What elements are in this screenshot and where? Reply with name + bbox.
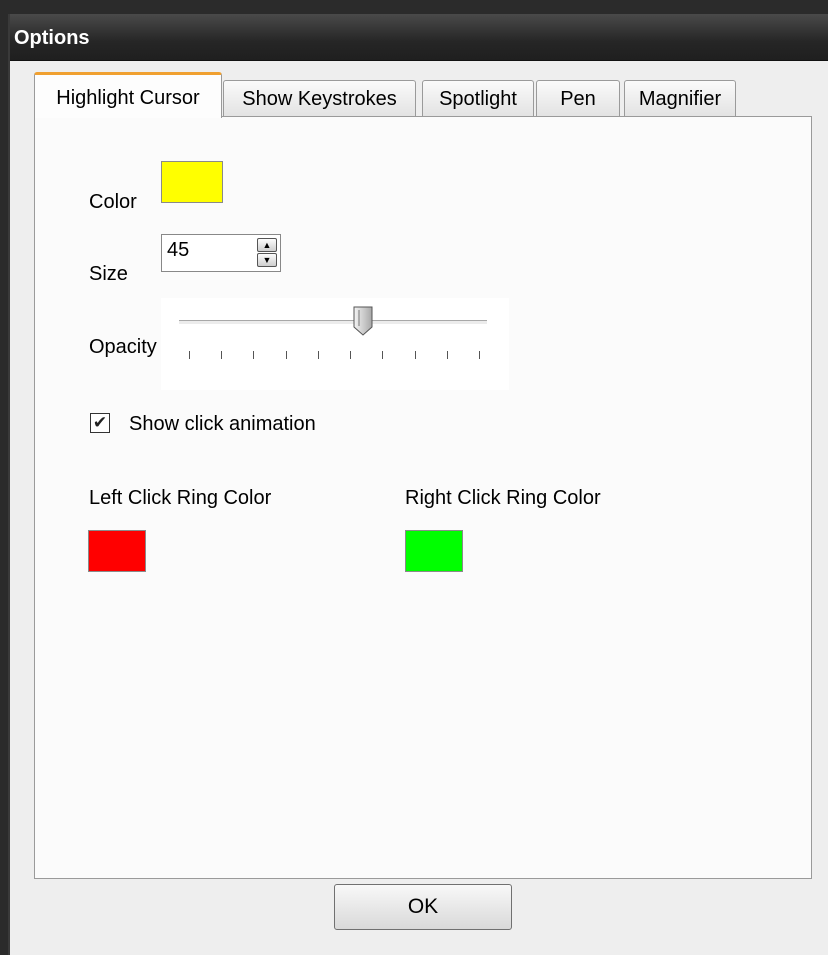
slider-thumb[interactable] <box>353 306 373 336</box>
slider-tick <box>382 351 384 359</box>
slider-tick <box>350 351 352 359</box>
opacity-label: Opacity <box>89 336 157 358</box>
tab-pen[interactable]: Pen <box>536 80 620 116</box>
spin-up-icon[interactable]: ▲ <box>257 238 277 252</box>
slider-track <box>179 320 487 325</box>
ok-button[interactable]: OK <box>334 884 512 930</box>
options-window: Options Highlight Cursor Show Keystrokes… <box>8 14 828 955</box>
slider-tick <box>317 351 319 359</box>
highlight-cursor-panel: Color Size 45 ▲ ▼ Opacity ✔ Show click a… <box>34 116 812 879</box>
size-stepper[interactable]: 45 ▲ ▼ <box>161 234 281 272</box>
show-click-animation-checkbox[interactable]: ✔ <box>90 413 110 433</box>
highlight-color-swatch[interactable] <box>161 161 223 203</box>
tab-magnifier[interactable]: Magnifier <box>624 80 736 116</box>
color-label: Color <box>89 191 137 213</box>
slider-tick <box>221 351 223 359</box>
right-click-ring-color-swatch[interactable] <box>405 530 463 572</box>
left-click-ring-color-label: Left Click Ring Color <box>89 487 272 509</box>
right-click-ring-color-label: Right Click Ring Color <box>405 487 601 509</box>
show-click-animation-label[interactable]: Show click animation <box>129 413 316 436</box>
size-label: Size <box>89 263 128 285</box>
slider-tick <box>446 351 448 359</box>
window-title: Options <box>14 27 90 49</box>
slider-tick <box>414 351 416 359</box>
slider-tick <box>189 351 190 359</box>
opacity-slider[interactable] <box>161 298 509 390</box>
slider-tick <box>285 351 287 359</box>
left-click-ring-color-swatch[interactable] <box>88 530 146 572</box>
title-bar[interactable]: Options <box>10 14 828 61</box>
slider-tick <box>253 351 255 359</box>
size-stepper-buttons: ▲ ▼ <box>257 238 277 268</box>
size-value: 45 <box>167 239 190 261</box>
tab-highlight-cursor[interactable]: Highlight Cursor <box>34 72 222 118</box>
spin-down-icon[interactable]: ▼ <box>257 253 277 267</box>
tab-show-keystrokes[interactable]: Show Keystrokes <box>223 80 416 116</box>
slider-tick <box>479 351 480 359</box>
tab-spotlight[interactable]: Spotlight <box>422 80 534 116</box>
